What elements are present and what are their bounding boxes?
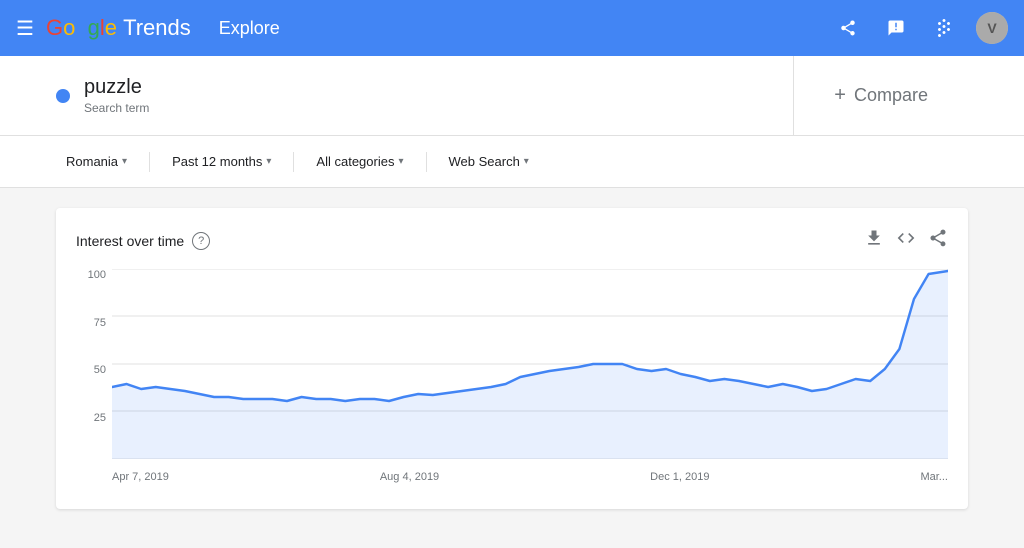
search-type-label: Web Search bbox=[449, 154, 520, 169]
compare-button[interactable]: + Compare bbox=[794, 56, 968, 135]
share-chart-icon[interactable] bbox=[928, 228, 948, 253]
search-term-text: puzzle bbox=[84, 76, 149, 99]
app-header: ☰ Google Trends Explore bbox=[0, 0, 1024, 56]
y-axis: 100 75 50 25 bbox=[76, 269, 112, 459]
apps-grid-icon[interactable] bbox=[928, 12, 960, 44]
help-icon[interactable]: ? bbox=[192, 232, 210, 250]
y-label-100: 100 bbox=[88, 269, 106, 281]
header-left: ☰ Google Trends Explore bbox=[16, 15, 816, 41]
plus-icon: + bbox=[834, 84, 846, 107]
compare-label: Compare bbox=[854, 85, 928, 106]
y-label-25: 25 bbox=[94, 412, 106, 424]
embed-icon[interactable] bbox=[896, 228, 916, 253]
main-content: Interest over time ? bbox=[0, 188, 1024, 529]
filters-bar: Romania ▾ Past 12 months ▾ All categorie… bbox=[0, 136, 1024, 188]
region-filter[interactable]: Romania ▾ bbox=[56, 148, 137, 175]
download-icon[interactable] bbox=[864, 228, 884, 253]
x-label-apr: Apr 7, 2019 bbox=[112, 471, 169, 483]
time-period-label: Past 12 months bbox=[172, 154, 262, 169]
x-label-aug: Aug 4, 2019 bbox=[380, 471, 439, 483]
y-label-75: 75 bbox=[94, 317, 106, 329]
chart-header: Interest over time ? bbox=[76, 228, 948, 253]
line-chart-svg bbox=[112, 269, 948, 459]
feedback-icon[interactable] bbox=[880, 12, 912, 44]
categories-chevron-icon: ▾ bbox=[398, 156, 403, 167]
chart-title: Interest over time bbox=[76, 233, 184, 249]
term-info: puzzle Search term bbox=[84, 76, 149, 115]
categories-label: All categories bbox=[316, 154, 394, 169]
search-area: puzzle Search term + Compare bbox=[0, 56, 1024, 136]
x-axis: Apr 7, 2019 Aug 4, 2019 Dec 1, 2019 Mar.… bbox=[112, 465, 948, 489]
chart-svg-area bbox=[112, 269, 948, 459]
search-term-type: Search term bbox=[84, 101, 149, 115]
app-logo: Google Trends bbox=[46, 15, 191, 41]
chart-title-area: Interest over time ? bbox=[76, 232, 210, 250]
header-right: V bbox=[832, 12, 1008, 44]
google-logo-text: Google Trends bbox=[46, 15, 191, 41]
search-term-box: puzzle Search term bbox=[56, 56, 794, 135]
region-chevron-icon: ▾ bbox=[122, 156, 127, 167]
y-label-50: 50 bbox=[94, 364, 106, 376]
filter-divider-1 bbox=[149, 152, 150, 172]
share-header-icon[interactable] bbox=[832, 12, 864, 44]
user-avatar[interactable]: V bbox=[976, 12, 1008, 44]
time-period-filter[interactable]: Past 12 months ▾ bbox=[162, 148, 281, 175]
categories-filter[interactable]: All categories ▾ bbox=[306, 148, 413, 175]
x-label-dec: Dec 1, 2019 bbox=[650, 471, 709, 483]
svg-text:V: V bbox=[987, 20, 997, 36]
filter-divider-3 bbox=[426, 152, 427, 172]
interest-over-time-card: Interest over time ? bbox=[56, 208, 968, 509]
chart-container: 100 75 50 25 bbox=[76, 269, 948, 489]
filter-divider-2 bbox=[293, 152, 294, 172]
search-type-filter[interactable]: Web Search ▾ bbox=[439, 148, 539, 175]
time-chevron-icon: ▾ bbox=[266, 156, 271, 167]
term-color-indicator bbox=[56, 89, 70, 103]
explore-label: Explore bbox=[219, 18, 280, 39]
x-label-mar: Mar... bbox=[920, 471, 948, 483]
search-type-chevron-icon: ▾ bbox=[524, 156, 529, 167]
chart-actions bbox=[864, 228, 948, 253]
region-label: Romania bbox=[66, 154, 118, 169]
menu-icon[interactable]: ☰ bbox=[16, 16, 34, 41]
